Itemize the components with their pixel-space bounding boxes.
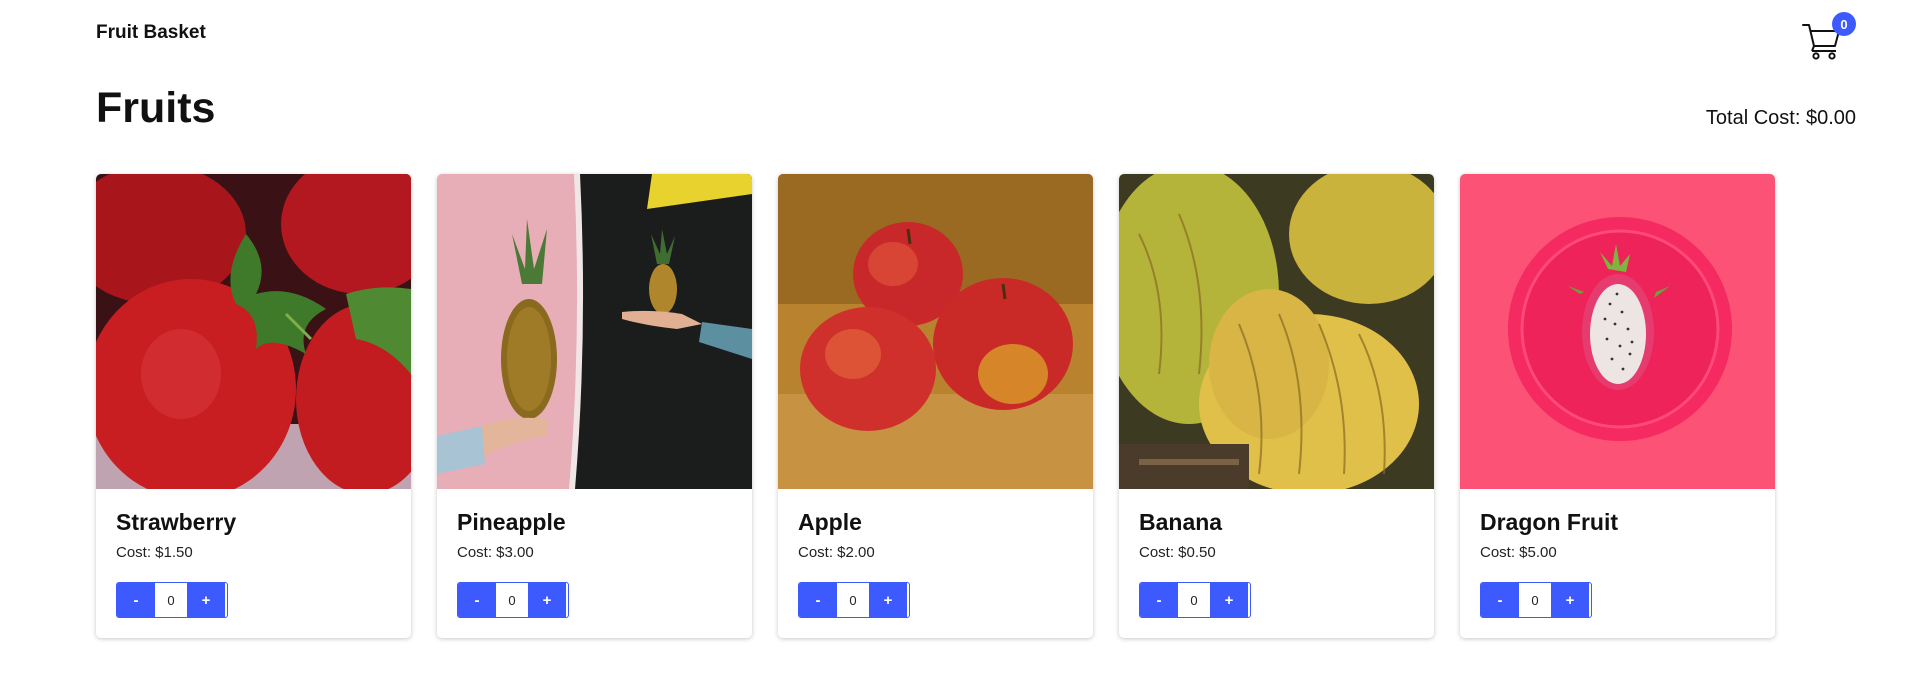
decrement-button[interactable]: - [458,583,496,617]
product-card-dragon-fruit: Dragon Fruit Cost: $5.00 - + [1460,174,1775,638]
increment-button[interactable]: + [1551,583,1589,617]
decrement-button[interactable]: - [117,583,155,617]
cart-button[interactable]: 0 [1798,12,1856,64]
product-name: Banana [1139,509,1223,535]
strawberry-image [96,174,411,489]
cart-count-badge: 0 [1832,12,1856,36]
header: Fruit Basket 0 [96,0,1856,70]
product-cost: Cost: $0.50 [1139,544,1216,561]
product-name: Apple [798,509,862,535]
decrement-button[interactable]: - [799,583,837,617]
product-card-banana: Banana Cost: $0.50 - + [1119,174,1434,638]
apple-image [778,174,1093,489]
quantity-input[interactable] [156,584,186,616]
product-cost: Cost: $5.00 [1480,544,1557,561]
banana-image [1119,174,1434,489]
dragon-fruit-image [1460,174,1775,489]
quantity-stepper: - + [116,582,228,618]
quantity-stepper: - + [1139,582,1251,618]
quantity-stepper: - + [1480,582,1592,618]
product-name: Dragon Fruit [1480,509,1618,535]
increment-button[interactable]: + [869,583,907,617]
increment-button[interactable]: + [1210,583,1248,617]
product-name: Pineapple [457,509,566,535]
pineapple-image [437,174,752,489]
product-cost: Cost: $2.00 [798,544,875,561]
product-card-apple: Apple Cost: $2.00 - + [778,174,1093,638]
quantity-input[interactable] [838,584,868,616]
product-grid: Strawberry Cost: $1.50 - + [96,174,1775,638]
quantity-input[interactable] [1520,584,1550,616]
quantity-input[interactable] [497,584,527,616]
increment-button[interactable]: + [187,583,225,617]
product-cost: Cost: $1.50 [116,544,193,561]
increment-button[interactable]: + [528,583,566,617]
product-card-pineapple: Pineapple Cost: $3.00 - + [437,174,752,638]
product-cost: Cost: $3.00 [457,544,534,561]
quantity-stepper: - + [457,582,569,618]
decrement-button[interactable]: - [1140,583,1178,617]
product-name: Strawberry [116,509,237,535]
brand-title[interactable]: Fruit Basket [96,22,206,44]
page-title: Fruits [96,84,216,132]
decrement-button[interactable]: - [1481,583,1519,617]
product-card-strawberry: Strawberry Cost: $1.50 - + [96,174,411,638]
total-cost: Total Cost: $0.00 [1705,107,1856,129]
quantity-input[interactable] [1179,584,1209,616]
quantity-stepper: - + [798,582,910,618]
